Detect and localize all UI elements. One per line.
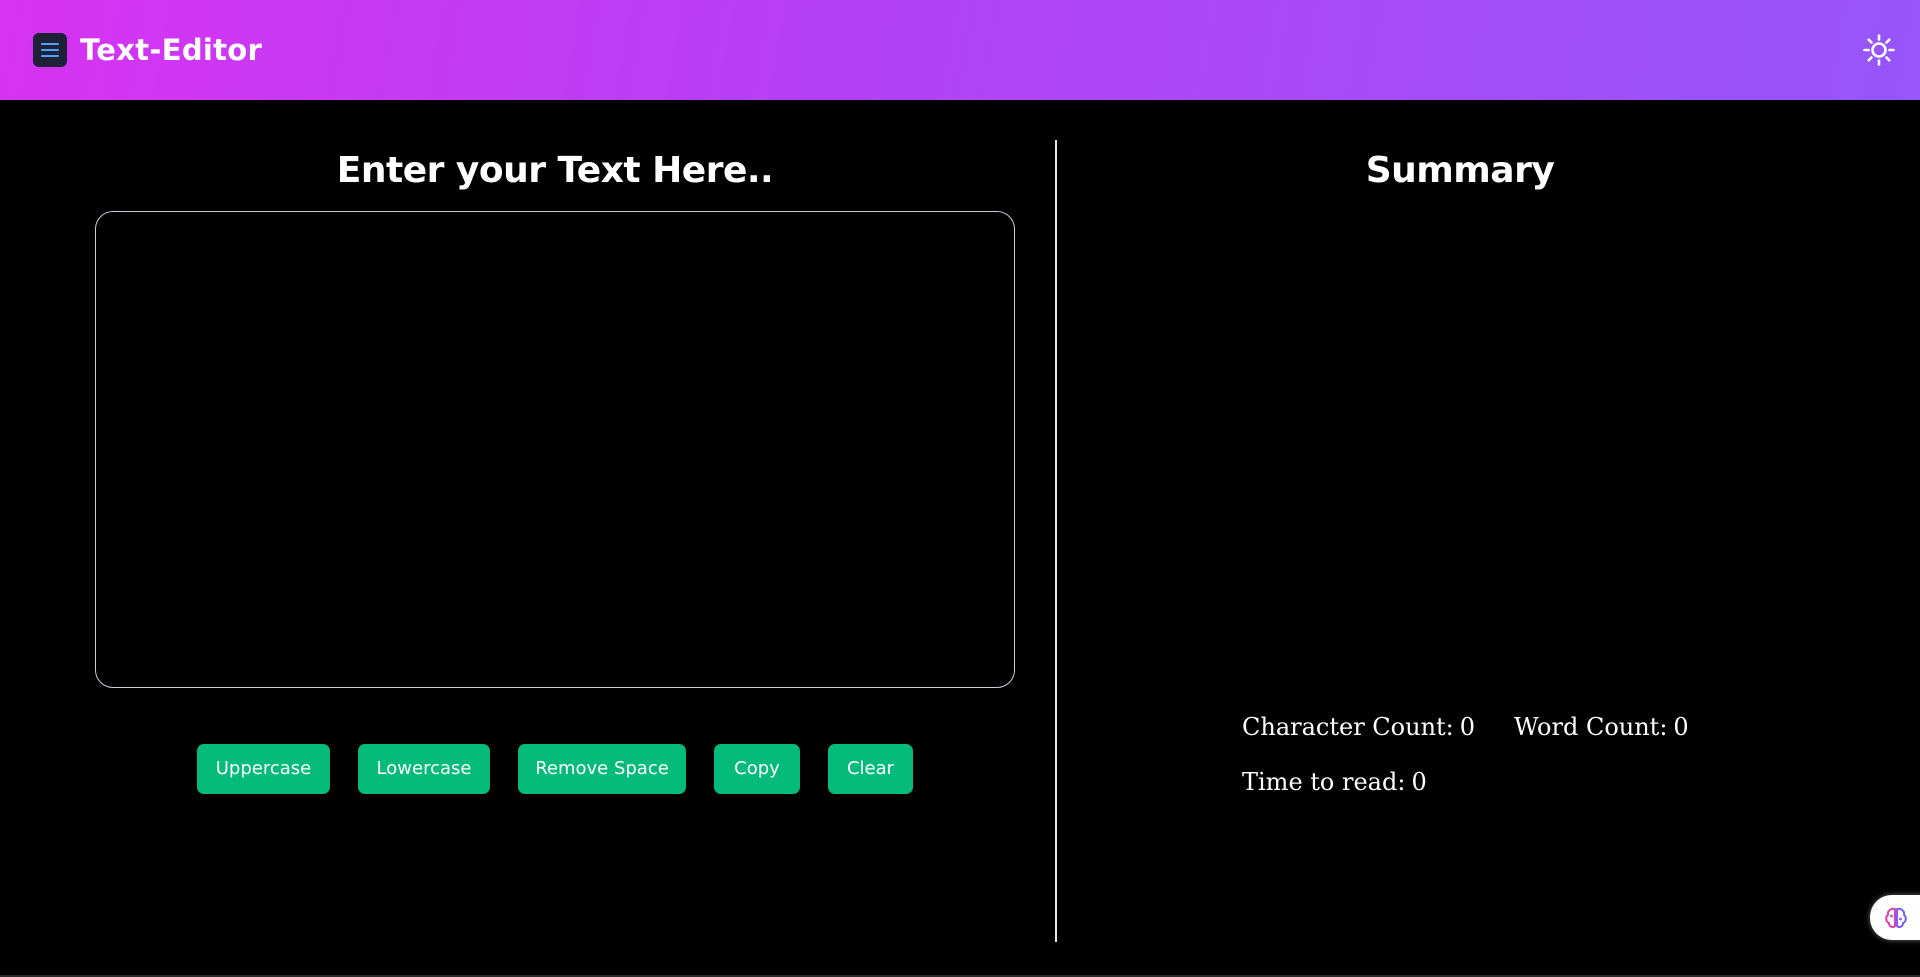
time-to-read-stat: Time to read: 0 [1242, 766, 1427, 798]
menu-line [41, 49, 59, 51]
character-count-value: 0 [1459, 713, 1476, 741]
uppercase-button[interactable]: Uppercase [197, 744, 330, 794]
pane-divider [1055, 140, 1057, 942]
summary-heading: Summary [1365, 150, 1555, 191]
character-count-stat: Character Count: 0 [1242, 711, 1475, 743]
brain-icon [1885, 907, 1907, 928]
text-input-area[interactable] [95, 211, 1015, 688]
menu-line [41, 43, 59, 45]
lowercase-button[interactable]: Lowercase [358, 744, 490, 794]
word-count-stat: Word Count: 0 [1514, 711, 1689, 743]
editor-heading: Enter your Text Here.. [336, 150, 774, 191]
word-count-value: 0 [1673, 713, 1689, 741]
sun-icon[interactable] [1862, 33, 1896, 67]
assistant-widget-button[interactable] [1870, 895, 1920, 940]
character-count-label: Character Count: [1242, 713, 1454, 741]
clear-button[interactable]: Clear [828, 744, 913, 794]
time-to-read-label: Time to read: [1242, 768, 1406, 796]
navbar: Text-Editor [0, 0, 1920, 100]
hamburger-menu-icon[interactable] [33, 33, 67, 67]
word-count-label: Word Count: [1514, 713, 1668, 741]
time-to-read-value: 0 [1411, 768, 1427, 796]
remove-space-button[interactable]: Remove Space [518, 744, 686, 794]
menu-line [41, 55, 59, 57]
copy-button[interactable]: Copy [714, 744, 800, 794]
brand-title[interactable]: Text-Editor [80, 30, 262, 70]
